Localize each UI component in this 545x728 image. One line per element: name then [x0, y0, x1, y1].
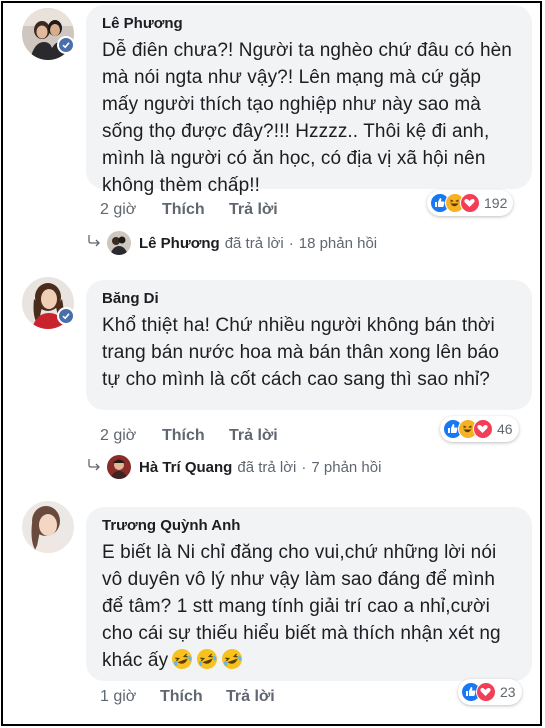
love-reaction-icon: [460, 193, 480, 213]
laughing-emoji-icon: [171, 649, 243, 671]
reaction-count: 23: [500, 684, 516, 700]
comment-text: E biết là Ni chỉ đăng cho vui,chứ những …: [102, 542, 501, 671]
reply-button[interactable]: Trả lời: [226, 688, 275, 706]
comment-time[interactable]: 1 giờ: [100, 688, 136, 706]
love-reaction-icon: [476, 682, 496, 702]
replies-count: 7 phản hồi: [311, 458, 382, 476]
reaction-summary[interactable]: 23: [458, 679, 522, 705]
like-button[interactable]: Thích: [162, 427, 205, 445]
separator-dot: ·: [288, 234, 294, 252]
reaction-summary[interactable]: 46: [440, 416, 519, 442]
comment-bubble: Lê Phương Dễ điên chưa?! Người ta nghèo …: [86, 5, 532, 196]
reply-avatar: [107, 455, 131, 479]
author-name[interactable]: Băng Di: [102, 289, 518, 309]
comment-text: Dễ điên chưa?! Người ta nghèo chứ đâu có…: [102, 40, 512, 196]
like-button[interactable]: Thích: [160, 688, 203, 706]
replies-summary[interactable]: Lê Phương đã trả lời · 18 phản hồi: [87, 231, 377, 255]
reply-avatar: [107, 231, 131, 255]
reaction-summary[interactable]: 192: [427, 190, 514, 216]
reply-author: Lê Phương: [139, 234, 220, 252]
reply-arrow-icon: [88, 459, 100, 471]
author-name[interactable]: Trương Quỳnh Anh: [102, 516, 518, 536]
reply-button[interactable]: Trả lời: [229, 201, 278, 219]
comment-bubble: Trương Quỳnh Anh E biết là Ni chỉ đăng c…: [86, 507, 532, 681]
reaction-count: 192: [484, 195, 508, 211]
reply-text: đã trả lời: [224, 234, 284, 252]
comment-time[interactable]: 2 giờ: [100, 201, 136, 219]
like-button[interactable]: Thích: [162, 201, 205, 219]
comment-bubble: Băng Di Khổ thiệt ha! Chứ nhiều người kh…: [86, 280, 532, 410]
replies-count: 18 phản hồi: [298, 234, 378, 252]
reply-arrow-icon: [88, 235, 100, 247]
comment-text: Khổ thiệt ha! Chứ nhiều người không bán …: [102, 315, 500, 390]
verified-badge-icon: [57, 36, 75, 54]
love-reaction-icon: [473, 419, 493, 439]
reply-author: Hà Trí Quang: [139, 458, 233, 476]
comment-time[interactable]: 2 giờ: [100, 427, 136, 445]
comment-thread: Lê Phương Dễ điên chưa?! Người ta nghèo …: [1, 1, 542, 726]
separator-dot: ·: [301, 458, 307, 476]
reaction-count: 46: [497, 421, 513, 437]
reply-button[interactable]: Trả lời: [229, 427, 278, 445]
verified-badge-icon: [57, 307, 75, 325]
avatar[interactable]: [22, 501, 74, 553]
author-name[interactable]: Lê Phương: [102, 14, 518, 34]
replies-summary[interactable]: Hà Trí Quang đã trả lời · 7 phản hồi: [87, 455, 381, 479]
reply-text: đã trả lời: [237, 458, 297, 476]
